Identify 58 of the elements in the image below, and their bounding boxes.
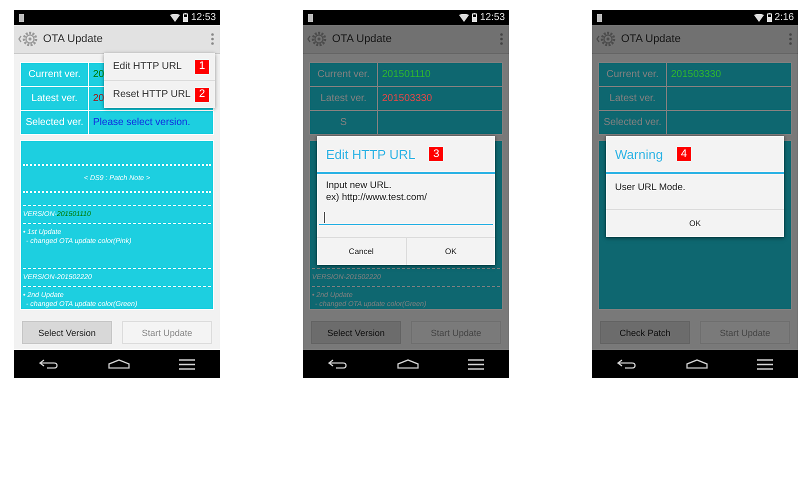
overflow-menu-icon[interactable] [211, 33, 214, 45]
dialog-button[interactable]: Cancel [317, 238, 406, 265]
dialog-message: ex) http://www.test.com/ [326, 192, 428, 203]
row-label: Latest ver. [599, 87, 666, 110]
back-icon[interactable] [616, 359, 637, 369]
action-button[interactable]: Select Version [22, 321, 112, 344]
version-value: Please select version. [93, 117, 190, 128]
number-badge: 4 [676, 147, 691, 161]
version-value: 201503330 [382, 93, 432, 104]
action-button[interactable]: Select Version [311, 321, 401, 344]
battery-icon [182, 13, 188, 22]
number-badge: 3 [429, 147, 444, 161]
row-label: Latest ver. [310, 87, 377, 110]
row-label: Latest ver. [21, 87, 88, 110]
notification-icon [308, 14, 313, 22]
version-value: 201501110 [382, 69, 431, 80]
row-label: Current ver. [310, 63, 377, 86]
dialog-title: Edit HTTP URL [326, 146, 416, 162]
dialog-message: User URL Mode. [615, 182, 686, 193]
home-icon[interactable] [108, 359, 130, 369]
row-label: Current ver. [21, 63, 88, 86]
wifi-icon [754, 14, 764, 22]
number-badge: 1 [195, 60, 209, 74]
row-label: Selected ver. [599, 111, 666, 134]
action-button[interactable]: Check Patch [600, 321, 690, 344]
menu-item[interactable]: Reset HTTP URL [113, 89, 191, 100]
status-time: 2:16 [774, 12, 794, 23]
home-icon[interactable] [686, 359, 708, 369]
url-input-field[interactable] [319, 210, 493, 225]
home-icon[interactable] [396, 359, 419, 369]
back-icon[interactable] [38, 359, 59, 369]
number-badge: 2 [195, 88, 209, 102]
back-icon[interactable] [328, 359, 348, 369]
dialog-message: Input new URL. [326, 180, 392, 191]
wifi-icon [458, 14, 469, 22]
status-time: 12:53 [480, 12, 505, 23]
version-value: 20 [93, 93, 104, 104]
dialog-button[interactable]: OK [406, 238, 495, 265]
battery-icon [766, 13, 772, 22]
dialog-title: Warning [615, 146, 663, 162]
notification-icon [19, 14, 24, 22]
recent-apps-icon[interactable] [179, 358, 196, 370]
app-title: OTA Update [621, 33, 682, 45]
menu-item[interactable]: Edit HTTP URL [113, 61, 182, 72]
battery-icon [472, 13, 477, 22]
row-label: S [310, 111, 377, 134]
dialog-button[interactable]: OK [606, 210, 784, 237]
version-value: 201503330 [671, 69, 722, 80]
version-value: 20 [93, 69, 104, 80]
row-label: Selected ver. [21, 111, 88, 134]
status-time: 12:53 [190, 12, 216, 23]
recent-apps-icon[interactable] [757, 358, 774, 370]
wifi-icon [170, 14, 180, 22]
notification-icon [597, 14, 602, 22]
app-title: OTA Update [332, 33, 393, 45]
row-label: Current ver. [599, 63, 666, 86]
recent-apps-icon[interactable] [468, 358, 484, 370]
app-title: OTA Update [43, 33, 104, 45]
